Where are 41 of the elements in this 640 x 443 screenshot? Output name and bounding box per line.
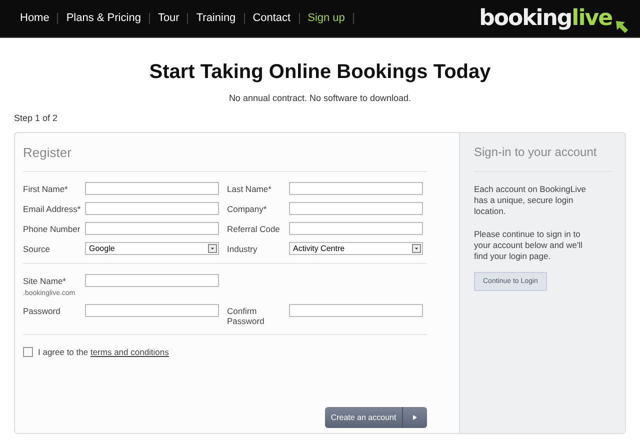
nav-link[interactable]: Plans & Pricing (58, 13, 150, 24)
field-label: Source (23, 244, 50, 254)
input-field[interactable] (289, 182, 423, 195)
logo-text: bookinglive (479, 6, 612, 31)
input-field[interactable] (85, 274, 219, 287)
step-indicator: Step 1 of 2 (14, 113, 59, 123)
register-title: Register (23, 145, 427, 172)
nav-link[interactable]: Sign up (300, 13, 354, 24)
input-field[interactable] (289, 202, 423, 215)
checkbox[interactable] (23, 347, 33, 357)
dropdown[interactable]: Activity Centre (289, 242, 423, 255)
nav-link[interactable]: Home (12, 13, 58, 24)
field-label: Last Name* (227, 184, 272, 194)
password-field[interactable] (289, 304, 423, 317)
field-label: Site Name* (23, 276, 66, 286)
nav-link[interactable]: Training (188, 13, 245, 24)
signin-title: Sign-in to your account (474, 145, 613, 172)
field-label: Phone Number (23, 224, 80, 234)
field-label: Email Address* (23, 204, 81, 214)
password-field[interactable] (85, 304, 219, 317)
input-field[interactable] (85, 182, 219, 195)
page-heading: Start Taking Online Bookings Today (148, 60, 492, 84)
terms-text: I agree to the terms and conditions (38, 347, 169, 357)
field-label: Confirm Password (227, 306, 264, 326)
terms-link[interactable]: terms and conditions (90, 347, 169, 357)
nav-link[interactable]: Contact (244, 13, 300, 24)
input-field[interactable] (85, 202, 219, 215)
field-label: First Name* (23, 184, 68, 194)
field-label: Referral Code (227, 224, 280, 234)
input-field[interactable] (85, 222, 219, 235)
arrow-cursor-icon (614, 19, 630, 35)
info-text: Please continue to sign in to your account below and we'll find your login page. (474, 229, 584, 262)
field-label: Company* (227, 204, 267, 214)
nav-link[interactable]: Tour (150, 13, 188, 24)
info-text: Each account on BookingLive has a unique, secure login location. (474, 184, 587, 217)
dropdown[interactable]: Google (85, 242, 219, 255)
create-account-button[interactable]: Create an account (325, 407, 427, 428)
field-label: Industry (227, 244, 258, 254)
subheading: No annual contract. No software to download. (228, 93, 412, 103)
field-label: Password (23, 306, 60, 316)
input-field[interactable] (289, 222, 423, 235)
